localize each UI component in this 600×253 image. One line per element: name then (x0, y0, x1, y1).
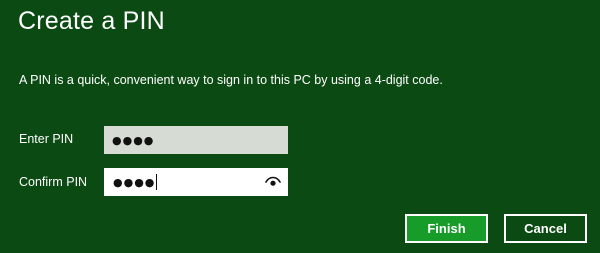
enter-pin-value: ●●●● (112, 133, 155, 147)
confirm-pin-value: ●●●● (113, 175, 156, 189)
text-caret (156, 174, 158, 190)
dialog-description: A PIN is a quick, convenient way to sign… (19, 73, 443, 87)
cancel-button[interactable]: Cancel (504, 214, 587, 243)
create-pin-dialog: Create a PIN A PIN is a quick, convenien… (0, 0, 600, 253)
enter-pin-field[interactable]: ●●●● (104, 126, 288, 154)
finish-button[interactable]: Finish (405, 214, 488, 243)
dialog-title: Create a PIN (18, 7, 165, 35)
confirm-pin-label: Confirm PIN (19, 175, 88, 189)
enter-pin-label: Enter PIN (19, 132, 74, 146)
confirm-pin-field[interactable]: ●●●● (104, 168, 288, 196)
eye-icon[interactable] (265, 176, 281, 188)
